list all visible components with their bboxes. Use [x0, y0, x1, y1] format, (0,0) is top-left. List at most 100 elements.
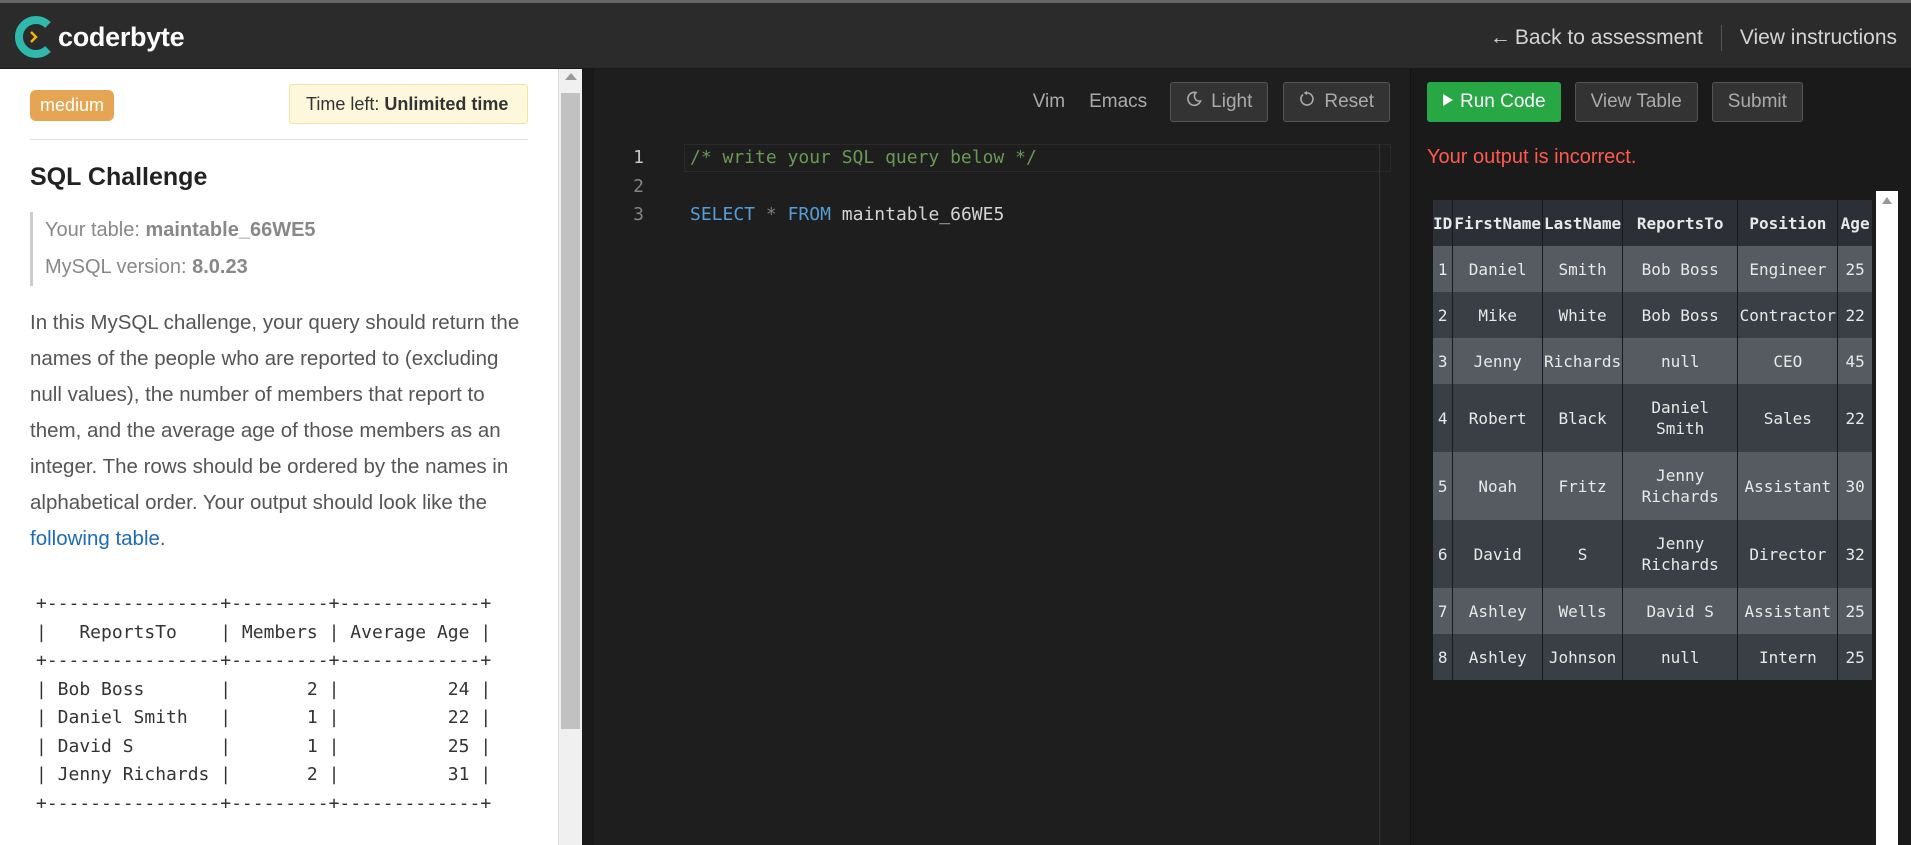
table-cell: Johnson: [1542, 634, 1623, 680]
moon-icon: [1186, 91, 1211, 113]
table-cell: Smith: [1542, 246, 1623, 292]
panel-divider[interactable]: [582, 69, 594, 845]
output-table-container: ID FirstName LastName ReportsTo Position…: [1433, 200, 1873, 845]
table-label: Your table:: [45, 219, 140, 241]
output-panel: Run Code View Table Submit Your output i…: [1411, 69, 1911, 845]
table-cell: Fritz: [1542, 452, 1623, 520]
table-cell: 22: [1837, 292, 1873, 338]
column-header: ReportsTo: [1622, 200, 1739, 246]
column-header: FirstName: [1452, 200, 1544, 246]
version-info: MySQL version: 8.0.23: [45, 249, 316, 286]
reset-button[interactable]: Reset: [1283, 82, 1390, 122]
back-label: Back to assessment: [1514, 26, 1703, 49]
table-cell: David: [1452, 520, 1544, 588]
scroll-up-icon[interactable]: [1882, 197, 1892, 204]
table-row: 1 Daniel Smith Bob Boss Engineer 25: [1433, 246, 1873, 292]
table-cell: 8: [1433, 634, 1454, 680]
divider: [30, 139, 528, 140]
challenge-description: In this MySQL challenge, your query shou…: [30, 305, 535, 557]
arrow-left-icon: ←: [1489, 26, 1511, 49]
table-cell: David S: [1622, 588, 1739, 634]
view-instructions-link[interactable]: View instructions: [1740, 26, 1897, 50]
table-cell: Ashley: [1452, 588, 1544, 634]
table-row: 7 Ashley Wells David S Assistant 25: [1433, 588, 1873, 634]
column-header: Age: [1837, 200, 1873, 246]
code-table-name: maintable_66WE5: [841, 204, 1005, 225]
logo-icon: [14, 16, 54, 58]
table-cell: 25: [1837, 246, 1873, 292]
table-cell: Ashley: [1452, 634, 1544, 680]
table-cell: 7: [1433, 588, 1454, 634]
table-cell: Wells: [1542, 588, 1623, 634]
table-cell: Jenny: [1452, 338, 1544, 384]
code-editor[interactable]: Vim Emacs Light Reset 1 2 3 /* write you…: [594, 69, 1410, 845]
table-cell: Sales: [1737, 384, 1839, 452]
line-number: 3: [633, 204, 644, 225]
description-text: In this MySQL challenge, your query shou…: [30, 311, 520, 514]
run-label: Run Code: [1460, 91, 1546, 112]
table-cell: 32: [1837, 520, 1873, 588]
coderbyte-logo[interactable]: coderbyte: [14, 16, 185, 58]
table-cell: null: [1622, 338, 1739, 384]
following-table-link[interactable]: following table: [30, 527, 160, 550]
submit-button[interactable]: Submit: [1711, 82, 1803, 122]
table-cell: Mike: [1452, 292, 1544, 338]
output-scrollbar[interactable]: [1876, 191, 1898, 845]
table-cell: Engineer: [1737, 246, 1839, 292]
light-theme-button[interactable]: Light: [1170, 82, 1269, 122]
run-code-button[interactable]: Run Code: [1427, 82, 1561, 122]
table-header-row: ID FirstName LastName ReportsTo Position…: [1433, 200, 1873, 246]
challenge-meta: Your table: maintable_66WE5 MySQL versio…: [30, 212, 316, 286]
play-icon: [1442, 91, 1460, 113]
line-number: 2: [633, 175, 644, 197]
table-cell: 5: [1433, 452, 1454, 520]
table-cell: 30: [1837, 452, 1873, 520]
table-cell: 1: [1433, 246, 1454, 292]
table-cell: 25: [1837, 634, 1873, 680]
version-label: MySQL version:: [45, 256, 187, 278]
table-cell: S: [1542, 520, 1623, 588]
problem-scrollbar[interactable]: [558, 69, 582, 845]
line-numbers: 1 2 3: [594, 144, 674, 230]
code-comment: /* write your SQL query below */: [690, 147, 1037, 168]
table-cell: Jenny Richards: [1622, 520, 1739, 588]
brand-name: coderbyte: [58, 21, 185, 52]
scroll-thumb[interactable]: [561, 93, 580, 729]
top-bar: coderbyte ← Back to assessment View inst…: [0, 0, 1911, 69]
code-keyword-from: FROM: [787, 204, 831, 225]
table-cell: Daniel Smith: [1622, 384, 1739, 452]
reset-icon: [1299, 91, 1324, 113]
view-table-button[interactable]: View Table: [1574, 82, 1698, 122]
table-row: 6 David S Jenny Richards Director 32: [1433, 520, 1873, 588]
vim-toggle[interactable]: Vim: [1033, 91, 1065, 113]
table-cell: Richards: [1542, 338, 1623, 384]
table-row: 2 Mike White Bob Boss Contractor 22: [1433, 292, 1873, 338]
reset-label: Reset: [1324, 91, 1374, 112]
scroll-up-icon[interactable]: [565, 73, 577, 80]
table-cell: Bob Boss: [1622, 292, 1739, 338]
column-header: Position: [1737, 200, 1839, 246]
table-cell: Assistant: [1737, 588, 1839, 634]
table-cell: Assistant: [1737, 452, 1839, 520]
code-content[interactable]: /* write your SQL query below */ SELECT …: [690, 144, 1037, 230]
output-status: Your output is incorrect.: [1427, 146, 1637, 168]
table-cell: Noah: [1452, 452, 1544, 520]
table-cell: CEO: [1737, 338, 1839, 384]
back-to-assessment-link[interactable]: ← Back to assessment: [1490, 26, 1703, 50]
table-name: maintable_66WE5: [145, 219, 316, 241]
table-cell: Director: [1737, 520, 1839, 588]
time-left-value: Unlimited time: [384, 94, 509, 114]
difficulty-badge: medium: [30, 90, 115, 121]
description-end: .: [159, 527, 166, 550]
table-row: 8 Ashley Johnson null Intern 25: [1433, 634, 1873, 680]
light-label: Light: [1211, 91, 1253, 112]
table-cell: 45: [1837, 338, 1873, 384]
table-info: Your table: maintable_66WE5: [45, 212, 316, 249]
table-cell: White: [1542, 292, 1623, 338]
table-cell: null: [1622, 634, 1739, 680]
emacs-toggle[interactable]: Emacs: [1089, 91, 1147, 113]
table-cell: Contractor: [1737, 292, 1839, 338]
expected-output-table: +----------------+---------+------------…: [36, 593, 492, 814]
table-cell: 2: [1433, 292, 1454, 338]
table-cell: Intern: [1737, 634, 1839, 680]
